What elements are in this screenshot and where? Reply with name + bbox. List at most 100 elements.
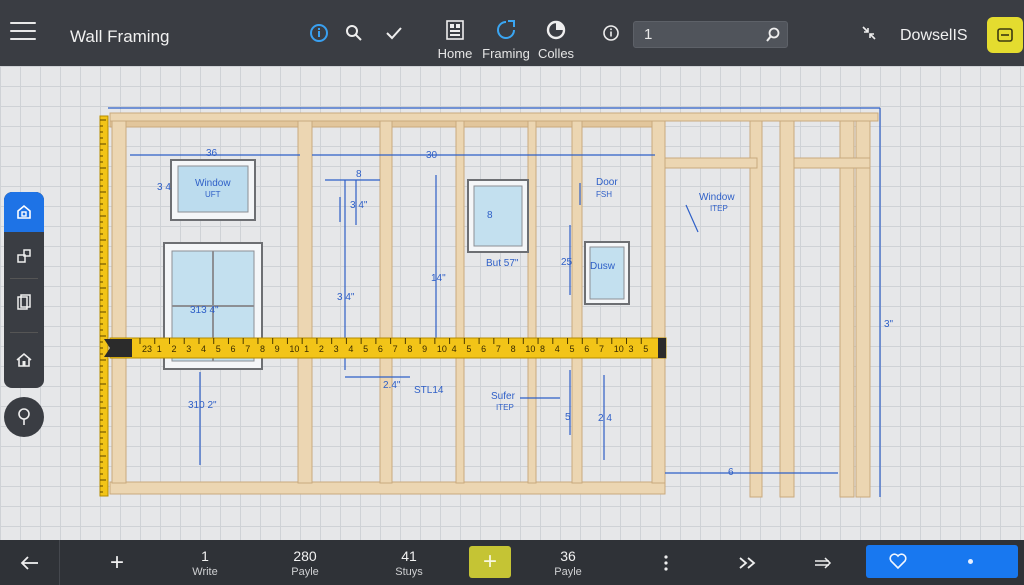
colles-icon bbox=[546, 20, 566, 40]
dim-text: 3 4" bbox=[350, 200, 368, 211]
tape-number: 9 bbox=[275, 344, 280, 354]
dim-text: STL14 bbox=[414, 385, 444, 396]
arrow-left-icon bbox=[20, 555, 38, 570]
layers-icon bbox=[17, 249, 31, 263]
tape-number: 6 bbox=[230, 344, 235, 354]
stud bbox=[111, 120, 127, 484]
info-accent-icon[interactable] bbox=[308, 22, 330, 44]
left-toolbar bbox=[4, 192, 44, 388]
stud bbox=[297, 120, 313, 484]
stud bbox=[571, 120, 583, 484]
stat-write[interactable]: 1 Write bbox=[170, 548, 240, 578]
info-icon[interactable] bbox=[600, 22, 622, 44]
toolbar-divider bbox=[10, 332, 38, 333]
stud bbox=[779, 120, 795, 498]
top-plate bbox=[109, 112, 879, 122]
stat-value: 36 bbox=[560, 548, 576, 564]
notes-icon bbox=[997, 28, 1013, 42]
tape-number: 5 bbox=[570, 344, 575, 354]
dim-text: 8 bbox=[487, 210, 493, 221]
search-input[interactable] bbox=[644, 26, 759, 43]
stat-label: Write bbox=[192, 566, 218, 578]
vertical-tape bbox=[99, 115, 109, 497]
plus-icon: + bbox=[109, 549, 124, 576]
tape-number: 8 bbox=[407, 344, 412, 354]
search-icon[interactable] bbox=[343, 22, 365, 44]
favorite-panel[interactable] bbox=[866, 545, 1018, 578]
tape-number: 9 bbox=[422, 344, 427, 354]
stat-label: Payle bbox=[554, 566, 582, 578]
label-line1: Door bbox=[596, 177, 618, 188]
layers-tool-button[interactable] bbox=[4, 236, 44, 276]
stud bbox=[839, 120, 855, 498]
tape-number: 6 bbox=[584, 344, 589, 354]
tape-number: 1 bbox=[157, 344, 162, 354]
notes-button[interactable] bbox=[987, 17, 1023, 53]
home-icon bbox=[16, 352, 32, 367]
search-field[interactable] bbox=[633, 21, 788, 48]
label-line2: FSH bbox=[596, 190, 612, 199]
tape-number: 7 bbox=[245, 344, 250, 354]
tape-number: 8 bbox=[511, 344, 516, 354]
select-tool-button[interactable] bbox=[4, 192, 44, 232]
tape-number: 4 bbox=[452, 344, 457, 354]
stat-payle-2[interactable]: 36 Payle bbox=[533, 548, 603, 578]
copy-tool-button[interactable] bbox=[4, 282, 44, 322]
location-pin-icon bbox=[18, 408, 30, 425]
status-dot bbox=[968, 559, 973, 564]
tape-number: 7 bbox=[496, 344, 501, 354]
tape-number: 10 bbox=[437, 344, 447, 354]
home-tool-button[interactable] bbox=[4, 340, 44, 380]
stud bbox=[379, 120, 393, 484]
stud bbox=[651, 120, 666, 484]
stat-label: Payle bbox=[291, 566, 319, 578]
home-badge-icon bbox=[17, 204, 31, 219]
check-icon[interactable] bbox=[383, 22, 405, 44]
tape-number: 5 bbox=[466, 344, 471, 354]
dim-text: 3 4 bbox=[157, 182, 171, 193]
tape-number: 10 bbox=[525, 344, 535, 354]
tape-number: 2 bbox=[171, 344, 176, 354]
tape-number: 3 bbox=[334, 344, 339, 354]
stat-label: Stuys bbox=[395, 566, 423, 578]
back-button[interactable] bbox=[0, 540, 60, 585]
bottom-bar: + 1 Write 280 Payle 41 Stuys + 36 Payle bbox=[0, 540, 1024, 585]
location-pin-button[interactable] bbox=[4, 397, 44, 437]
tab-framing-label: Framing bbox=[482, 46, 530, 61]
dim-text: 2 4 bbox=[598, 413, 612, 424]
tab-colles[interactable]: Colles bbox=[526, 18, 586, 61]
stat-payle[interactable]: 280 Payle bbox=[270, 548, 340, 578]
user-name[interactable]: DowselIS bbox=[900, 27, 968, 45]
fast-forward-icon[interactable] bbox=[734, 552, 760, 574]
plus-icon: + bbox=[482, 548, 497, 575]
dim-text: 36 bbox=[206, 148, 218, 159]
more-vertical-icon[interactable] bbox=[653, 552, 679, 574]
label-line1: Window bbox=[195, 178, 231, 189]
drawing-canvas[interactable]: 36 30 3" 8 6 3 4 3 4" 3 4" 14" 313 4" 31… bbox=[0, 66, 1024, 540]
stud bbox=[455, 120, 465, 484]
add-button[interactable]: + bbox=[100, 548, 134, 578]
stat-stuys[interactable]: 41 Stuys bbox=[374, 548, 444, 578]
top-bar: Wall Framing Home Framing Colles DowselI… bbox=[0, 0, 1024, 66]
tape-measure[interactable]: 23 1 2 3 4 5 6 7 8 9 10 1 2 3 4 5 6 7 8 9 10 4 5 6 7 8 10 8 4 5 6 7 10 3 5 bbox=[104, 337, 667, 359]
search-field-icon[interactable] bbox=[765, 27, 781, 48]
add-element-button[interactable]: + bbox=[469, 546, 511, 578]
stud bbox=[855, 120, 871, 498]
tape-number: 7 bbox=[599, 344, 604, 354]
tape-number: 2 bbox=[319, 344, 324, 354]
tape-number: 5 bbox=[363, 344, 368, 354]
dim-text: 2.4" bbox=[383, 380, 401, 391]
tab-home-label: Home bbox=[437, 46, 473, 61]
tape-number: 23 bbox=[142, 344, 152, 354]
tape-number: 8 bbox=[540, 344, 545, 354]
stat-value: 1 bbox=[201, 548, 209, 564]
app-title: Wall Framing bbox=[70, 27, 170, 46]
stud bbox=[527, 120, 537, 484]
label-line2: ITEP bbox=[710, 204, 728, 213]
tape-number: 5 bbox=[216, 344, 221, 354]
tape-number: 10 bbox=[614, 344, 624, 354]
collapse-arrows-icon[interactable] bbox=[858, 22, 880, 44]
menu-icon[interactable] bbox=[10, 22, 36, 42]
arrow-right-icon[interactable] bbox=[810, 552, 836, 574]
wall-framing-drawing[interactable]: 36 30 3" 8 6 3 4 3 4" 3 4" 14" 313 4" 31… bbox=[0, 66, 1024, 540]
